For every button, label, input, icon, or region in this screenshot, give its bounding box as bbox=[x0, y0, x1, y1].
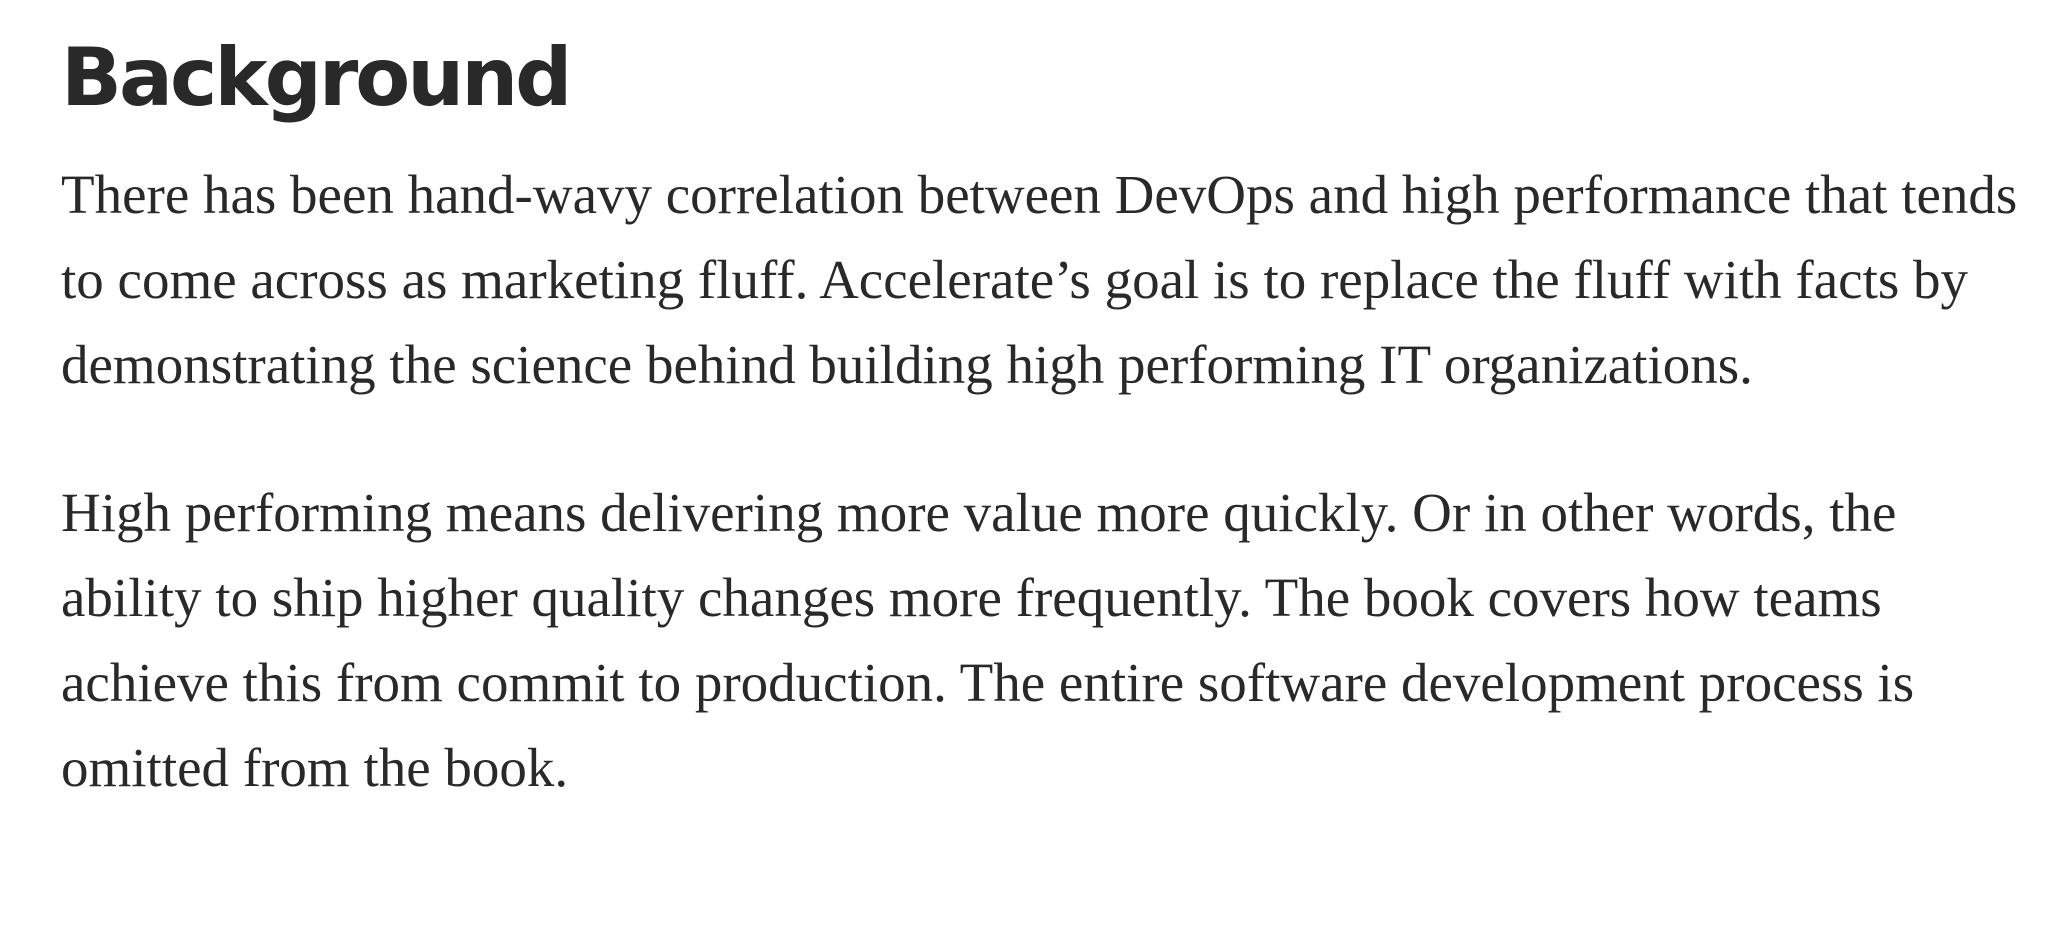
section-heading: Background bbox=[61, 31, 572, 124]
article-section: Background There has been hand-wavy corr… bbox=[61, 22, 2021, 810]
paragraph-high-performing: High performing means delivering more va… bbox=[61, 482, 1915, 798]
paragraph-devops-correlation: There has been hand-wavy correlation bet… bbox=[61, 164, 2018, 395]
